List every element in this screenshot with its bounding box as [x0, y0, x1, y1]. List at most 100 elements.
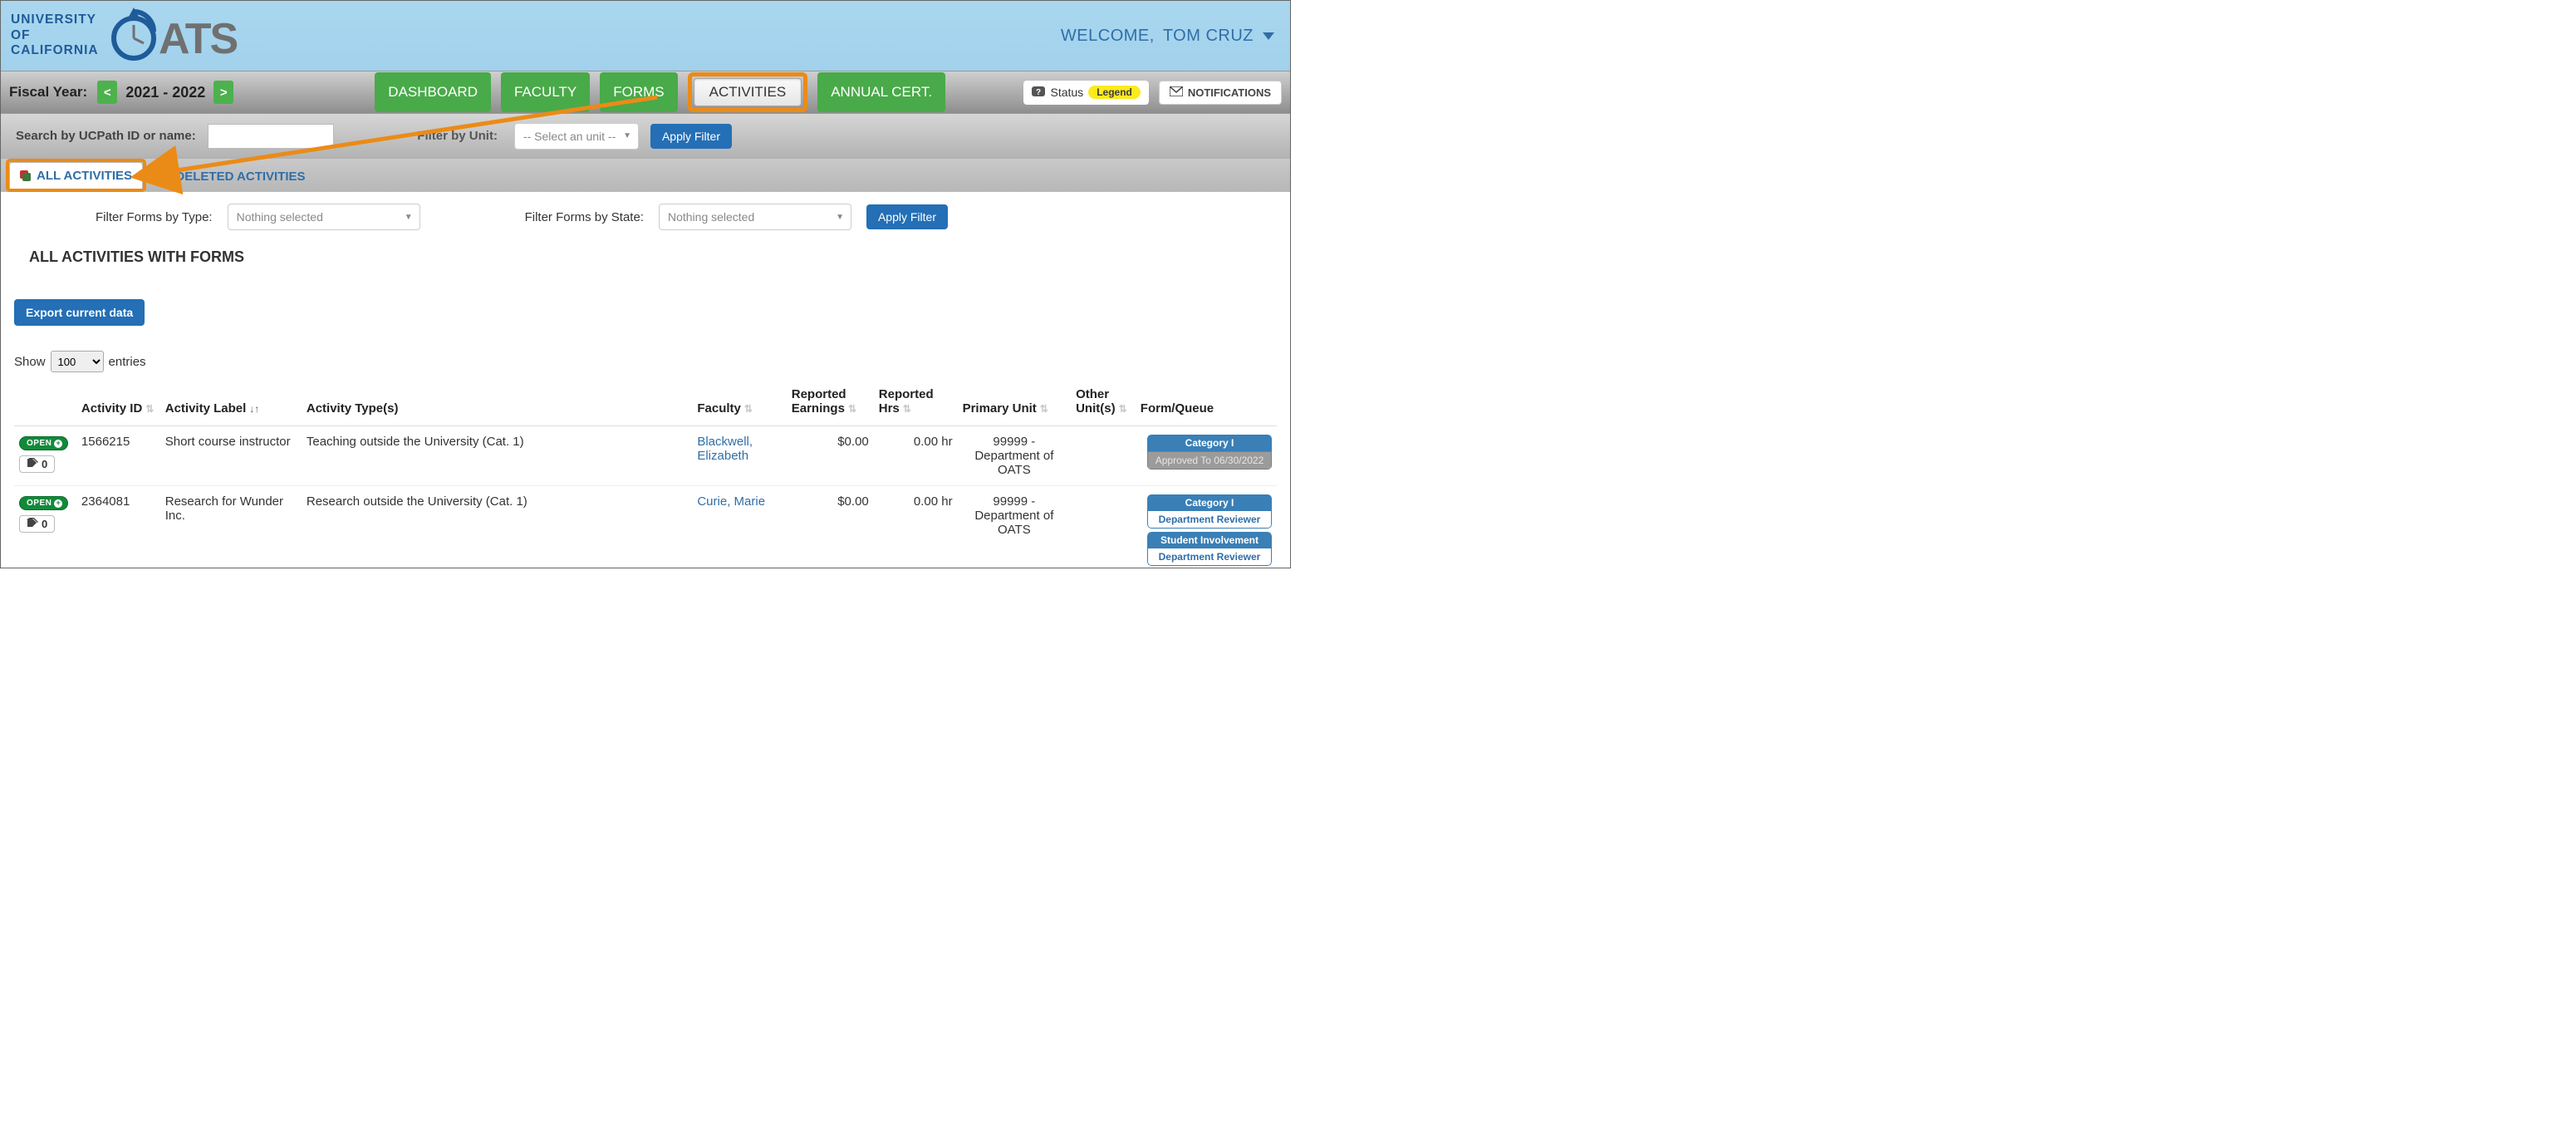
tab-forms[interactable]: FORMS — [600, 72, 677, 112]
subtab-all-activities[interactable]: ALL ACTIVITIES — [9, 162, 143, 189]
subtab-all-label: ALL ACTIVITIES — [37, 169, 132, 183]
cell-hrs: 0.00 hr — [874, 486, 958, 569]
open-row-button[interactable]: OPEN+ — [19, 496, 68, 510]
fiscal-year-prev-button[interactable]: < — [97, 81, 117, 104]
tab-annual-cert[interactable]: ANNUAL CERT. — [817, 72, 945, 112]
brand-line2: OF — [11, 28, 99, 44]
sort-icon: ⇅ — [145, 403, 154, 415]
cell-type: Research outside the University (Cat. 1) — [302, 486, 692, 569]
search-label: Search by UCPath ID or name: — [16, 129, 196, 143]
main-content: Filter Forms by Type: Nothing selected ▼… — [1, 192, 1290, 568]
cell-earnings: $0.00 — [787, 486, 874, 569]
cell-label: Short course instructor — [160, 426, 302, 486]
logo-text: ATS — [159, 15, 237, 63]
col-primary-unit[interactable]: Primary Unit⇅ — [958, 381, 1072, 426]
tab-faculty[interactable]: FACULTY — [501, 72, 590, 112]
col-activity-id[interactable]: Activity ID⇅ — [76, 381, 160, 426]
brand-line1: UNIVERSITY — [11, 12, 99, 28]
open-row-button[interactable]: OPEN+ — [19, 436, 68, 450]
form-filters-row: Filter Forms by Type: Nothing selected ▼… — [14, 204, 1277, 230]
search-row: Search by UCPath ID or name: Filter by U… — [1, 114, 1290, 159]
fiscal-year-value: 2021 - 2022 — [125, 84, 205, 101]
annotation-highlight-activities: ACTIVITIES — [688, 72, 808, 112]
welcome-menu[interactable]: WELCOME, TOM CRUZ — [1061, 27, 1275, 46]
export-button[interactable]: Export current data — [14, 299, 145, 326]
cell-id: 1566215 — [76, 426, 160, 486]
status-legend-button[interactable]: ? Status Legend — [1023, 81, 1148, 105]
plus-icon: + — [54, 440, 62, 448]
col-activity-types: Activity Type(s) — [302, 381, 692, 426]
welcome-prefix: WELCOME, — [1061, 27, 1155, 46]
oats-logo: ATS — [109, 7, 250, 65]
filter-type-label: Filter Forms by Type: — [96, 210, 213, 224]
top-banner: UNIVERSITY OF CALIFORNIA ATS WELCOME, TO… — [1, 1, 1290, 71]
cell-unit: 99999 - Department of OATS — [958, 426, 1072, 486]
tags-icon — [27, 518, 38, 530]
cell-id: 2364081 — [76, 486, 160, 569]
legend-badge: Legend — [1088, 86, 1141, 99]
brand: UNIVERSITY OF CALIFORNIA ATS — [11, 7, 250, 65]
welcome-name: TOM CRUZ — [1163, 27, 1254, 46]
plus-icon: + — [54, 499, 62, 508]
subtab-deleted-activities[interactable]: ✖ DELETED ACTIVITIES — [158, 161, 309, 191]
col-hrs[interactable]: Reported Hrs⇅ — [874, 381, 958, 426]
activities-table: Activity ID⇅ Activity Label↓↑ Activity T… — [14, 381, 1277, 568]
col-activity-label[interactable]: Activity Label↓↑ — [160, 381, 302, 426]
fiscal-year-next-button[interactable]: > — [213, 81, 233, 104]
apply-filter-forms-button[interactable]: Apply Filter — [866, 204, 948, 229]
faculty-link[interactable]: Blackwell, Elizabeth — [697, 435, 753, 463]
sort-icon: ⇅ — [744, 403, 753, 415]
caret-down-icon: ▼ — [405, 213, 413, 222]
status-label: Status — [1050, 86, 1083, 99]
sort-icon: ⇅ — [848, 403, 856, 415]
filter-type-value: Nothing selected — [237, 210, 323, 224]
cell-other — [1071, 486, 1136, 569]
entries-select[interactable]: 100 — [51, 351, 104, 372]
page-heading: ALL ACTIVITIES WITH FORMS — [29, 248, 1277, 266]
unit-select-value: -- Select an unit -- — [523, 130, 616, 143]
col-toggle — [14, 381, 76, 426]
svg-text:?: ? — [1036, 88, 1041, 97]
form-badge[interactable]: Category I Department Reviewer — [1147, 494, 1272, 529]
tags-icon — [27, 458, 38, 470]
sort-icon: ↓↑ — [249, 403, 259, 415]
subtab-deleted-label: DELETED ACTIVITIES — [175, 170, 305, 184]
tag-count-button[interactable]: 0 — [19, 515, 55, 533]
chevron-down-icon — [1262, 27, 1275, 46]
help-icon: ? — [1032, 86, 1045, 100]
filter-type-select[interactable]: Nothing selected ▼ — [228, 204, 420, 230]
entries-row: Show 100 entries — [14, 351, 1277, 372]
col-earnings[interactable]: Reported Earnings⇅ — [787, 381, 874, 426]
cell-unit: 99999 - Department of OATS — [958, 486, 1072, 569]
mail-icon — [1170, 86, 1183, 99]
annotation-highlight-all-activities: ALL ACTIVITIES — [6, 159, 146, 192]
tab-dashboard[interactable]: DASHBOARD — [375, 72, 491, 112]
caret-down-icon: ▼ — [836, 213, 844, 222]
table-row: OPEN+ 0 2364081 Research for Wunder Inc.… — [14, 486, 1277, 569]
apply-filter-unit-button[interactable]: Apply Filter — [650, 124, 732, 149]
nav-tabs: DASHBOARD FACULTY FORMS ACTIVITIES ANNUA… — [375, 72, 945, 112]
notifications-button[interactable]: NOTIFICATIONS — [1159, 81, 1282, 105]
filter-state-select[interactable]: Nothing selected ▼ — [659, 204, 851, 230]
caret-down-icon: ▼ — [623, 131, 631, 140]
brand-line3: CALIFORNIA — [11, 43, 99, 59]
cell-type: Teaching outside the University (Cat. 1) — [302, 426, 692, 486]
form-badge[interactable]: Category I Approved To 06/30/2022 — [1147, 435, 1272, 470]
unit-select[interactable]: -- Select an unit -- ▼ — [514, 123, 639, 150]
sort-icon: ⇅ — [903, 403, 911, 415]
faculty-link[interactable]: Curie, Marie — [697, 494, 765, 509]
show-label: Show — [14, 355, 46, 369]
x-icon: ✖ — [161, 168, 172, 184]
sort-icon: ⇅ — [1040, 403, 1048, 415]
col-faculty[interactable]: Faculty⇅ — [692, 381, 786, 426]
col-other-units[interactable]: Other Unit(s)⇅ — [1071, 381, 1136, 426]
stack-icon — [20, 170, 32, 182]
form-badge[interactable]: Student Involvement Department Reviewer — [1147, 532, 1272, 566]
entries-suffix: entries — [109, 355, 146, 369]
search-input[interactable] — [208, 124, 334, 149]
tag-count-button[interactable]: 0 — [19, 455, 55, 473]
subtabs-row: ALL ACTIVITIES ✖ DELETED ACTIVITIES — [1, 159, 1290, 192]
tab-activities[interactable]: ACTIVITIES — [694, 78, 802, 106]
cell-earnings: $0.00 — [787, 426, 874, 486]
notifications-label: NOTIFICATIONS — [1188, 86, 1271, 99]
